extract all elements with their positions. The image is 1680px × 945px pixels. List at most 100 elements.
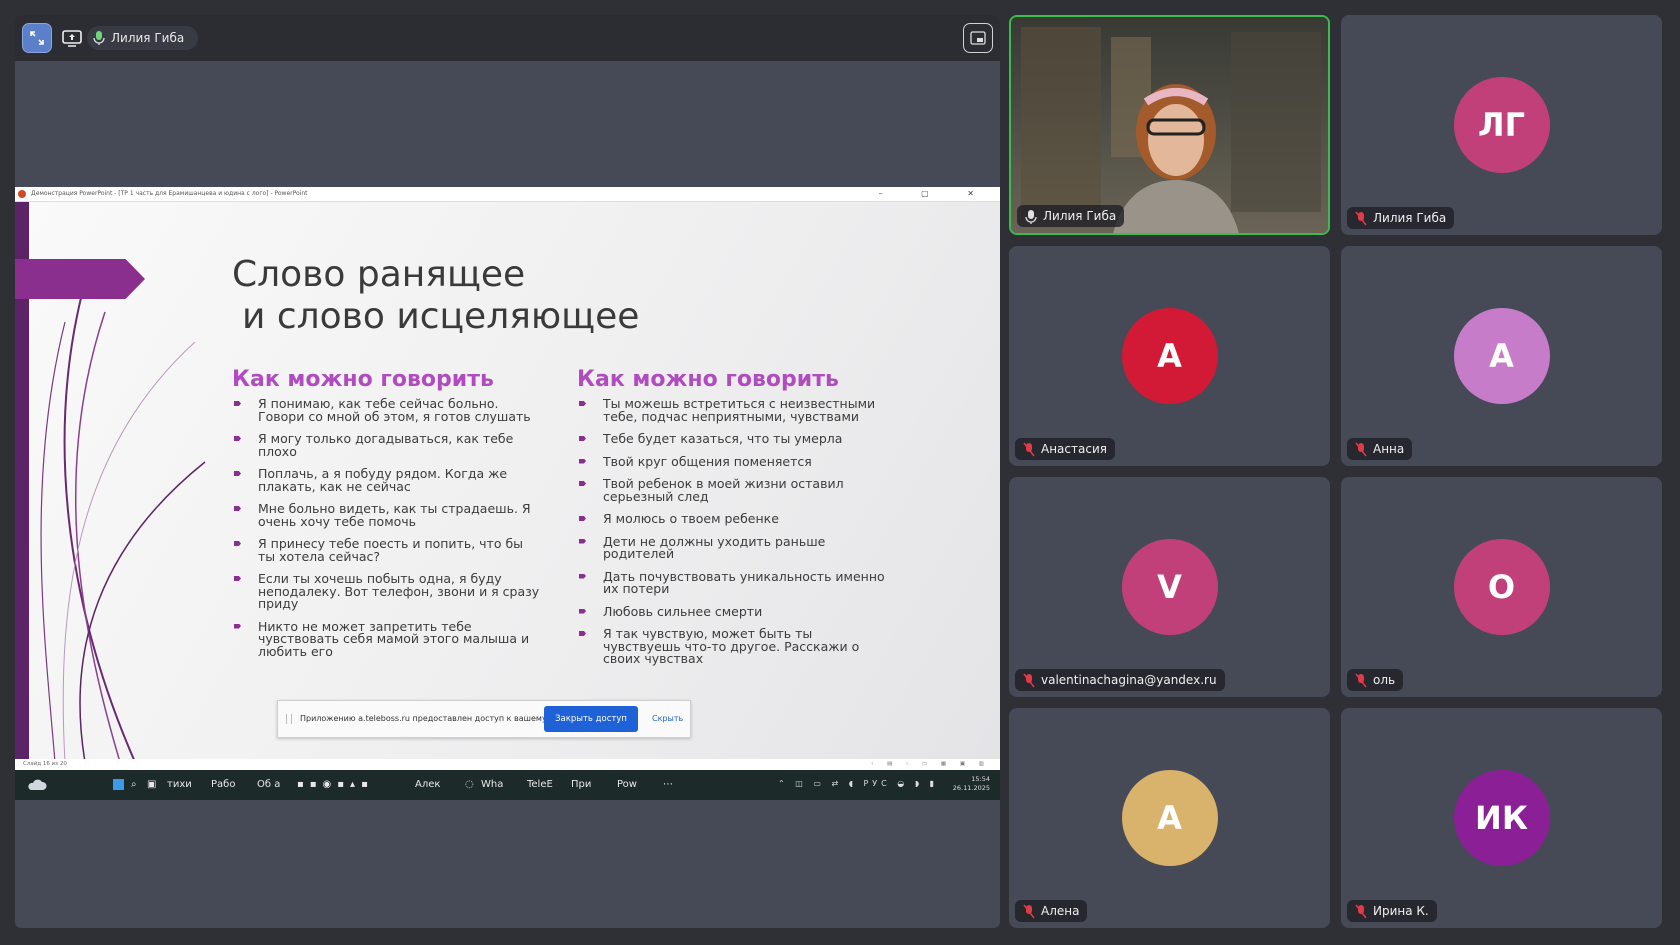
microphone-muted-icon [1023,673,1035,696]
collapse-icon[interactable] [22,23,52,53]
taskbar-app-active[interactable]: Pow [617,779,637,790]
taskbar-app[interactable]: Алек [415,779,440,790]
more-icon[interactable]: ⋯ [663,779,673,790]
start-menu-icon[interactable] [113,779,124,790]
slide-view-controls[interactable]: ‹ ▤ › ▭ ▦ ▣ ▥ [871,759,990,770]
hide-notification-link[interactable]: Скрыть [652,714,683,723]
decorative-curves [40,282,206,759]
avatar: ИК [1453,770,1550,866]
microphone-icon [93,30,105,54]
microphone-muted-icon [1355,442,1367,465]
avatar: А [1121,770,1218,866]
active-speaker-badge: Лилия Гиба [87,26,199,50]
participant-name: valentinachagina@yandex.ru [1041,673,1217,687]
bullet-item: Если ты хочешь побыть одна, я буду непод… [232,572,542,611]
picture-in-picture-icon[interactable] [963,23,993,53]
participant-tile[interactable]: А Анастасия [1009,246,1330,466]
slide-title-line1: Слово ранящее [232,254,526,295]
participant-name-tag: Анастасия [1015,438,1115,460]
window-controls[interactable]: – ▢ ✕ [879,187,992,201]
avatar: О [1453,539,1550,635]
participant-tile[interactable]: А Анна [1341,246,1662,466]
taskbar-app[interactable]: Wha [481,779,503,790]
language-indicator[interactable]: РУС [863,779,890,788]
participant-name-tag: Анна [1347,438,1413,460]
column-heading: Как можно говорить [232,367,494,392]
bullet-item: Я так чувствую, может быть ты чувствуешь… [577,627,887,666]
clock-date: 26.11.2025 [952,784,990,792]
microphone-icon [1025,209,1037,232]
column-heading: Как можно говорить [577,367,839,392]
task-view-icon[interactable]: ▣ [147,779,156,790]
participant-tile-video[interactable]: Лилия Гиба [1009,15,1330,235]
bullet-item: Твой ребенок в моей жизни оставил серьез… [577,477,887,503]
microphone-muted-icon [1355,673,1367,696]
shared-powerpoint-window: Демонстрация PowerPoint - [ТР 1 часть дл… [15,187,1000,770]
participant-tile[interactable]: О оль [1341,477,1662,697]
bullet-item: Я могу только догадываться, как тебе пло… [232,432,542,458]
participant-name: Алена [1041,904,1080,918]
active-speaker-name: Лилия Гиба [111,31,185,45]
avatar: А [1121,308,1218,404]
participant-name: Ирина К. [1373,904,1429,918]
participant-name-tag: Алена [1015,900,1088,922]
microphone-muted-icon [1355,904,1367,927]
screen-share-notification: Приложению a.teleboss.ru предоставлен до… [277,700,691,738]
bullet-item: Я молюсь о твоем ребенке [577,512,887,526]
participant-video [1011,17,1328,233]
avatar: V [1121,539,1218,635]
clock-time: 15:54 [971,775,990,783]
participant-name: Лилия Гиба [1373,211,1447,225]
bullet-item: Дать почувствовать уникальность именно и… [577,570,887,596]
avatar: ЛГ [1453,77,1550,173]
taskbar-app-icon[interactable]: ◌ [465,779,474,790]
bullet-item: Тебе будет казаться, что ты умерла [577,432,887,446]
powerpoint-icon [18,190,26,198]
slide-column-left: Как можно говорить Я понимаю, как тебе с… [232,367,542,668]
slide-column-right: Как можно говорить Ты можешь встретиться… [577,367,887,676]
screen-share-panel: Лилия Гиба Демонстрация PowerPoint - [ТР… [15,15,1000,928]
participant-name: Анна [1373,442,1405,456]
taskbar-app[interactable]: TeleE [527,779,553,790]
system-tray-icons[interactable]: ⌃ ◫ ▭ ⇄ ◖ РУС ◒ ◗ ▮ [778,779,938,788]
taskbar-app[interactable]: Об а [257,779,280,790]
windows-taskbar: ⌕ ▣ тихи Рабо Об а ▪▪◉▪▴▪ Алек ◌ Wha Tel… [15,770,1000,800]
bullet-item: Дети не должны уходить раньше родителей [577,535,887,561]
bullet-item: Любовь сильнее смерти [577,605,887,619]
participant-tile[interactable]: А Алена [1009,708,1330,928]
drag-handle-icon[interactable] [286,714,292,724]
slide-counter: Слайд 16 из 20 [23,761,67,767]
bullet-item: Твой круг общения поменяется [577,455,887,469]
weather-icon[interactable] [27,778,47,792]
microphone-muted-icon [1355,211,1367,234]
slide-arrow-shape [15,259,145,299]
bullet-item: Мне больно видеть, как ты страдаешь. Я о… [232,502,542,528]
notification-message: Приложению a.teleboss.ru предоставлен до… [300,714,581,723]
powerpoint-statusbar: Слайд 16 из 20 ‹ ▤ › ▭ ▦ ▣ ▥ [15,759,1000,770]
participant-name: Анастасия [1041,442,1107,456]
system-clock[interactable]: 15:54 26.11.2025 [953,775,990,793]
participant-tile[interactable]: ИК Ирина К. [1341,708,1662,928]
taskbar-app[interactable]: При [571,779,591,790]
microphone-muted-icon [1023,442,1035,465]
participant-tile[interactable]: V valentinachagina@yandex.ru [1009,477,1330,697]
participant-name: оль [1373,673,1396,687]
window-titlebar: Демонстрация PowerPoint - [ТР 1 часть дл… [15,187,1000,202]
presentation-slide: Слово ранящее и слово исцеляющее Как мож… [15,202,1000,759]
taskbar-app[interactable]: тихи [167,779,192,790]
participant-tile[interactable]: ЛГ Лилия Гиба [1341,15,1662,235]
participant-name-tag: оль [1347,669,1404,691]
participant-name: Лилия Гиба [1043,209,1117,223]
bullet-item: Никто не может запретить тебе чувствоват… [232,620,542,659]
search-icon[interactable]: ⌕ [131,779,137,790]
taskbar-pinned-icons[interactable]: ▪▪◉▪▴▪ [297,779,374,790]
bullet-item: Поплачь, а я побуду рядом. Когда же плак… [232,467,542,493]
participant-name-tag: Лилия Гиба [1017,205,1125,227]
window-title: Демонстрация PowerPoint - [ТР 1 часть дл… [31,190,308,197]
microphone-muted-icon [1023,904,1035,927]
taskbar-app[interactable]: Рабо [211,779,235,790]
participant-name-tag: Лилия Гиба [1347,207,1455,229]
stop-sharing-button[interactable]: Закрыть доступ [544,706,638,732]
slide-title: Слово ранящее и слово исцеляющее [232,254,639,338]
screen-share-icon [61,27,83,49]
